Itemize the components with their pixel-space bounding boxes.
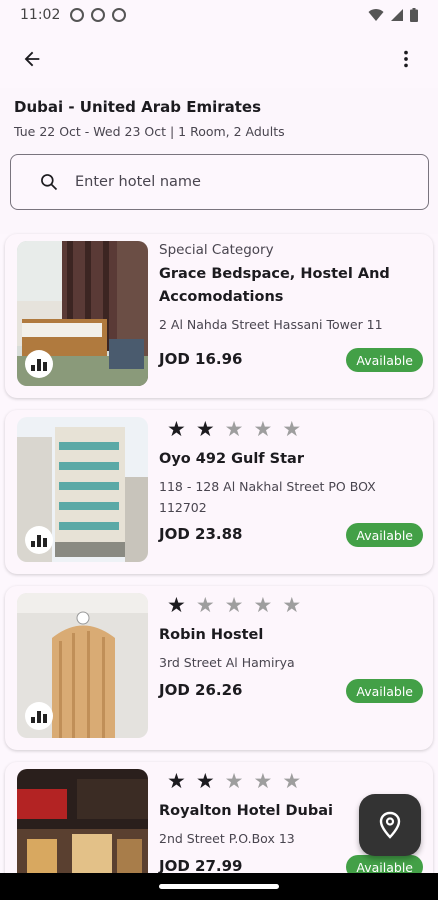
star-empty-icon: ★ (224, 592, 244, 617)
wifi-icon (368, 9, 384, 21)
more-vert-icon (404, 50, 408, 68)
star-rating: ★ ★ ★ ★ ★ (167, 418, 423, 440)
star-empty-icon: ★ (253, 416, 273, 441)
hotel-name: Grace Bedspace, Hostel And Accomodations (159, 266, 390, 305)
star-empty-icon: ★ (224, 768, 244, 793)
hotel-name: Oyo 492 Gulf Star (159, 451, 304, 467)
star-filled-icon: ★ (167, 768, 186, 793)
star-filled-icon: ★ (167, 592, 186, 617)
status-time: 11:02 (20, 7, 61, 23)
status-bar: 11:02 (0, 0, 438, 30)
hotel-photo (17, 241, 148, 386)
info-icon (70, 8, 85, 22)
map-pin-icon (379, 811, 401, 839)
arrow-left-icon (24, 51, 40, 67)
star-empty-icon: ★ (282, 768, 302, 793)
hotel-category: Special Category (159, 242, 274, 258)
stats-icon[interactable] (25, 350, 53, 378)
search-header: Dubai - United Arab Emirates Tue 22 Oct … (0, 88, 438, 234)
hotel-card[interactable]: Special Category Grace Bedspace, Hostel … (5, 234, 433, 398)
availability-badge: Available (346, 348, 423, 372)
system-icons (368, 8, 418, 22)
hotel-photo (17, 417, 148, 562)
hotel-name: Robin Hostel (159, 627, 264, 643)
star-rating: ★ ★ ★ ★ ★ (167, 770, 423, 792)
hotel-price: JOD 16.96 (159, 350, 243, 368)
star-empty-icon: ★ (282, 592, 302, 617)
more-options-button[interactable] (390, 43, 422, 75)
system-navigation-bar (0, 873, 438, 900)
notification-icons (70, 8, 127, 22)
star-filled-icon: ★ (195, 416, 215, 441)
home-gesture-handle[interactable] (159, 884, 279, 889)
map-view-button[interactable] (359, 794, 421, 856)
hotel-address: 3rd Street Al Hamirya (159, 655, 295, 670)
destination-title: Dubai - United Arab Emirates (14, 98, 262, 116)
battery-icon (410, 8, 418, 22)
app-bar (0, 30, 438, 88)
signal-icon (391, 9, 403, 21)
search-icon (41, 174, 58, 191)
star-filled-icon: ★ (167, 416, 186, 441)
hotel-info: ★ ★ ★ ★ ★ Robin Hostel 3rd Street Al Ham… (159, 594, 423, 673)
hotel-info: ★ ★ ★ ★ ★ Oyo 492 Gulf Star 118 - 128 Al… (159, 418, 423, 518)
hotel-price: JOD 23.88 (159, 525, 243, 543)
star-empty-icon: ★ (195, 592, 215, 617)
hotel-search-field[interactable] (10, 154, 429, 210)
star-empty-icon: ★ (253, 592, 273, 617)
star-filled-icon: ★ (195, 768, 215, 793)
star-empty-icon: ★ (224, 416, 244, 441)
hotel-address: 118 - 128 Al Nakhal Street PO BOX 112702 (159, 479, 376, 515)
stay-details: Tue 22 Oct - Wed 23 Oct | 1 Room, 2 Adul… (14, 124, 285, 139)
star-empty-icon: ★ (253, 768, 273, 793)
stats-icon[interactable] (25, 526, 53, 554)
hotel-price: JOD 26.26 (159, 681, 243, 699)
star-rating: ★ ★ ★ ★ ★ (167, 594, 423, 616)
availability-badge: Available (346, 679, 423, 703)
hotel-card[interactable]: ★ ★ ★ ★ ★ Oyo 492 Gulf Star 118 - 128 Al… (5, 410, 433, 574)
hotel-address: 2 Al Nahda Street Hassani Tower 11 (159, 317, 383, 332)
vpn-icon (112, 8, 127, 22)
back-button[interactable] (16, 43, 48, 75)
hotel-search-input[interactable] (75, 174, 375, 190)
availability-badge: Available (346, 523, 423, 547)
hotel-photo (17, 593, 148, 738)
stats-icon[interactable] (25, 702, 53, 730)
hotel-info: Special Category Grace Bedspace, Hostel … (159, 242, 423, 335)
shield-icon (91, 8, 106, 22)
hotel-card[interactable]: ★ ★ ★ ★ ★ Robin Hostel 3rd Street Al Ham… (5, 586, 433, 750)
star-empty-icon: ★ (282, 416, 302, 441)
